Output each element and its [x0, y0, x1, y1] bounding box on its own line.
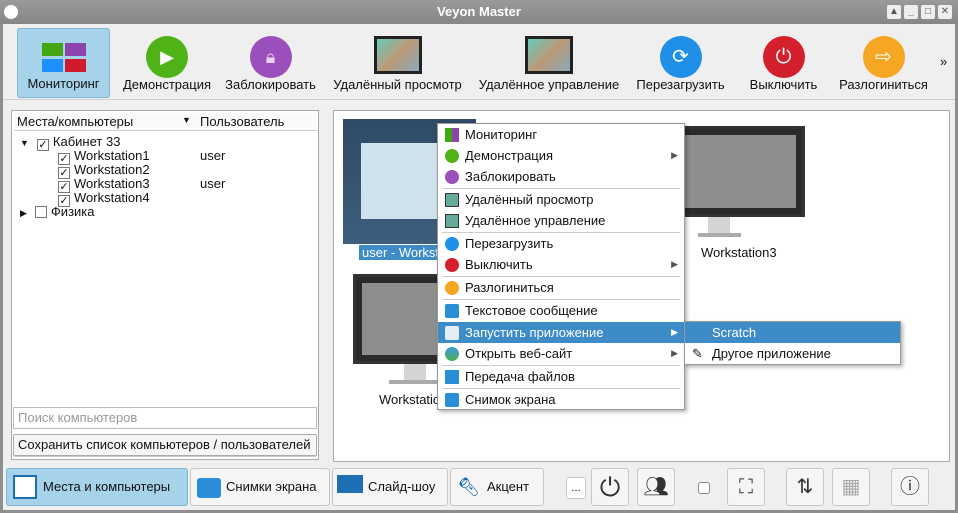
globe-icon	[445, 347, 459, 361]
title-bar: Veyon Master ▲ _ □ ✕	[0, 0, 958, 24]
sort-arrow-icon: ▼	[182, 115, 191, 125]
message-icon	[445, 304, 459, 318]
camera-icon	[197, 478, 221, 498]
tree-item[interactable]: ✓ Workstation2	[58, 163, 150, 179]
zoom-slider-handle[interactable]	[698, 482, 710, 494]
lock-icon	[445, 170, 459, 184]
close-button[interactable]: ✕	[938, 5, 952, 19]
arrange-icon[interactable]: ⇅	[786, 468, 824, 506]
expand-arrow-icon[interactable]: ▼	[20, 138, 29, 148]
menu-item-demo[interactable]: Демонстрация ▶	[438, 145, 684, 166]
tab-spotlight[interactable]: 🔦︎ Акцент	[450, 468, 544, 506]
toolbar-demo[interactable]: ▶ Демонстрация	[117, 28, 217, 98]
bottom-bar: Места и компьютеры Снимки экрана Слайд-ш…	[3, 464, 955, 510]
lock-icon: 🔒︎	[249, 36, 292, 78]
menu-item-logout[interactable]: Разлогиниться	[438, 277, 684, 298]
toolbar-lock[interactable]: 🔒︎ Заблокировать	[223, 28, 318, 98]
power-icon[interactable]: ⏻	[591, 468, 629, 506]
spotlight-icon: 🔦︎	[457, 477, 480, 497]
menu-item-monitoring[interactable]: Мониторинг	[438, 124, 684, 145]
monitoring-icon	[41, 43, 86, 73]
keep-above-button[interactable]: ▲	[887, 5, 901, 19]
checkbox[interactable]	[34, 206, 47, 218]
menu-item-run-program[interactable]: Запустить приложение ▶	[438, 322, 684, 343]
tree-item-user: user	[200, 176, 226, 191]
toolbar-remote-view[interactable]: Удалённый просмотр	[330, 28, 465, 98]
power-icon	[445, 258, 459, 272]
logout-icon	[445, 281, 459, 295]
save-list-button[interactable]: Сохранить список компьютеров / пользоват…	[13, 434, 317, 456]
users-icon[interactable]: 👥︎	[637, 468, 675, 506]
menu-item-remote-view[interactable]: Удалённый просмотр	[438, 189, 684, 210]
toolbar-remote-control[interactable]: Удалённое управление	[475, 28, 623, 98]
toolbar-more-button[interactable]: »	[940, 54, 947, 69]
submenu-item-scratch[interactable]: Scratch	[685, 322, 900, 343]
run-program-submenu: Scratch ✎ Другое приложение	[684, 321, 901, 365]
run-program-icon	[445, 326, 459, 340]
computers-icon	[13, 475, 37, 499]
remote-control-icon	[445, 214, 459, 228]
monitoring-icon	[445, 128, 459, 142]
toolbar-reboot[interactable]: ⟳ Перезагрузить	[633, 28, 728, 98]
file-transfer-icon	[445, 370, 459, 384]
menu-item-text-message[interactable]: Текстовое сообщение	[438, 300, 684, 321]
column-header-user[interactable]: Пользователь	[197, 113, 317, 131]
toolbar-monitoring[interactable]: Мониторинг	[17, 28, 110, 98]
tab-locations[interactable]: Места и компьютеры	[6, 468, 188, 506]
menu-item-screenshot[interactable]: Снимок экрана	[438, 389, 684, 410]
power-icon: ⏻	[762, 36, 805, 78]
tree-item[interactable]: ✓ Workstation4	[58, 191, 150, 207]
menu-item-remote-control[interactable]: Удалённое управление	[438, 210, 684, 231]
checkbox[interactable]: ✓	[36, 139, 49, 151]
fit-to-screen-icon[interactable]: ⛶	[727, 468, 765, 506]
context-menu: Мониторинг Демонстрация ▶ Заблокировать У…	[437, 123, 685, 410]
submenu-arrow-icon: ▶	[671, 150, 678, 160]
logout-icon: ⇨	[862, 36, 905, 78]
tree-item-user: user	[200, 148, 226, 163]
minimize-button[interactable]: _	[904, 5, 918, 19]
menu-item-open-website[interactable]: Открыть веб-сайт ▶	[438, 343, 684, 364]
tree-group[interactable]: ▶ Физика	[20, 205, 95, 219]
more-options-button[interactable]: ...	[566, 477, 586, 499]
submenu-item-other-program[interactable]: ✎ Другое приложение	[685, 343, 900, 364]
search-input[interactable]: Поиск компьютеров	[13, 407, 317, 429]
demo-icon: ▶	[146, 36, 188, 78]
reboot-icon: ⟳	[659, 36, 702, 78]
tree-item[interactable]: ✓ Workstation3	[58, 177, 150, 193]
pencil-icon: ✎	[692, 346, 703, 361]
remote-view-icon	[373, 36, 422, 74]
menu-item-lock[interactable]: Заблокировать	[438, 166, 684, 187]
reboot-icon	[445, 237, 459, 251]
remote-view-icon	[445, 193, 459, 207]
computer-tile-label: Workstation3	[701, 245, 777, 260]
toolbar-power[interactable]: ⏻ Выключить	[741, 28, 826, 98]
submenu-arrow-icon: ▶	[671, 259, 678, 269]
app-menu-icon[interactable]	[4, 5, 18, 19]
submenu-arrow-icon: ▶	[671, 348, 678, 358]
toolbar-logout[interactable]: ⇨ Разлогиниться	[836, 28, 931, 98]
grid-icon[interactable]: ▦	[832, 468, 870, 506]
slideshow-icon	[337, 475, 363, 493]
menu-item-reboot[interactable]: Перезагрузить	[438, 233, 684, 254]
expand-arrow-icon[interactable]: ▶	[20, 208, 27, 218]
demo-icon	[445, 149, 459, 163]
tab-screenshots[interactable]: Снимки экрана	[190, 468, 330, 506]
window-title: Veyon Master	[437, 4, 521, 19]
menu-item-power[interactable]: Выключить ▶	[438, 254, 684, 275]
about-icon[interactable]: ⓘ	[891, 468, 929, 506]
tree-item[interactable]: ✓ Workstation1	[58, 149, 150, 165]
tab-slideshow[interactable]: Слайд-шоу	[332, 468, 448, 506]
submenu-arrow-icon: ▶	[671, 327, 678, 337]
camera-icon	[445, 393, 459, 407]
menu-item-file-transfer[interactable]: Передача файлов	[438, 366, 684, 387]
maximize-button[interactable]: □	[921, 5, 935, 19]
remote-control-icon	[525, 36, 573, 74]
toolbar: Мониторинг ▶ Демонстрация 🔒︎ Заблокировать…	[3, 24, 955, 100]
column-header-locations[interactable]: Места/компьютеры	[14, 113, 197, 131]
tree-group[interactable]: ▼ ✓ Кабинет 33	[20, 135, 120, 151]
